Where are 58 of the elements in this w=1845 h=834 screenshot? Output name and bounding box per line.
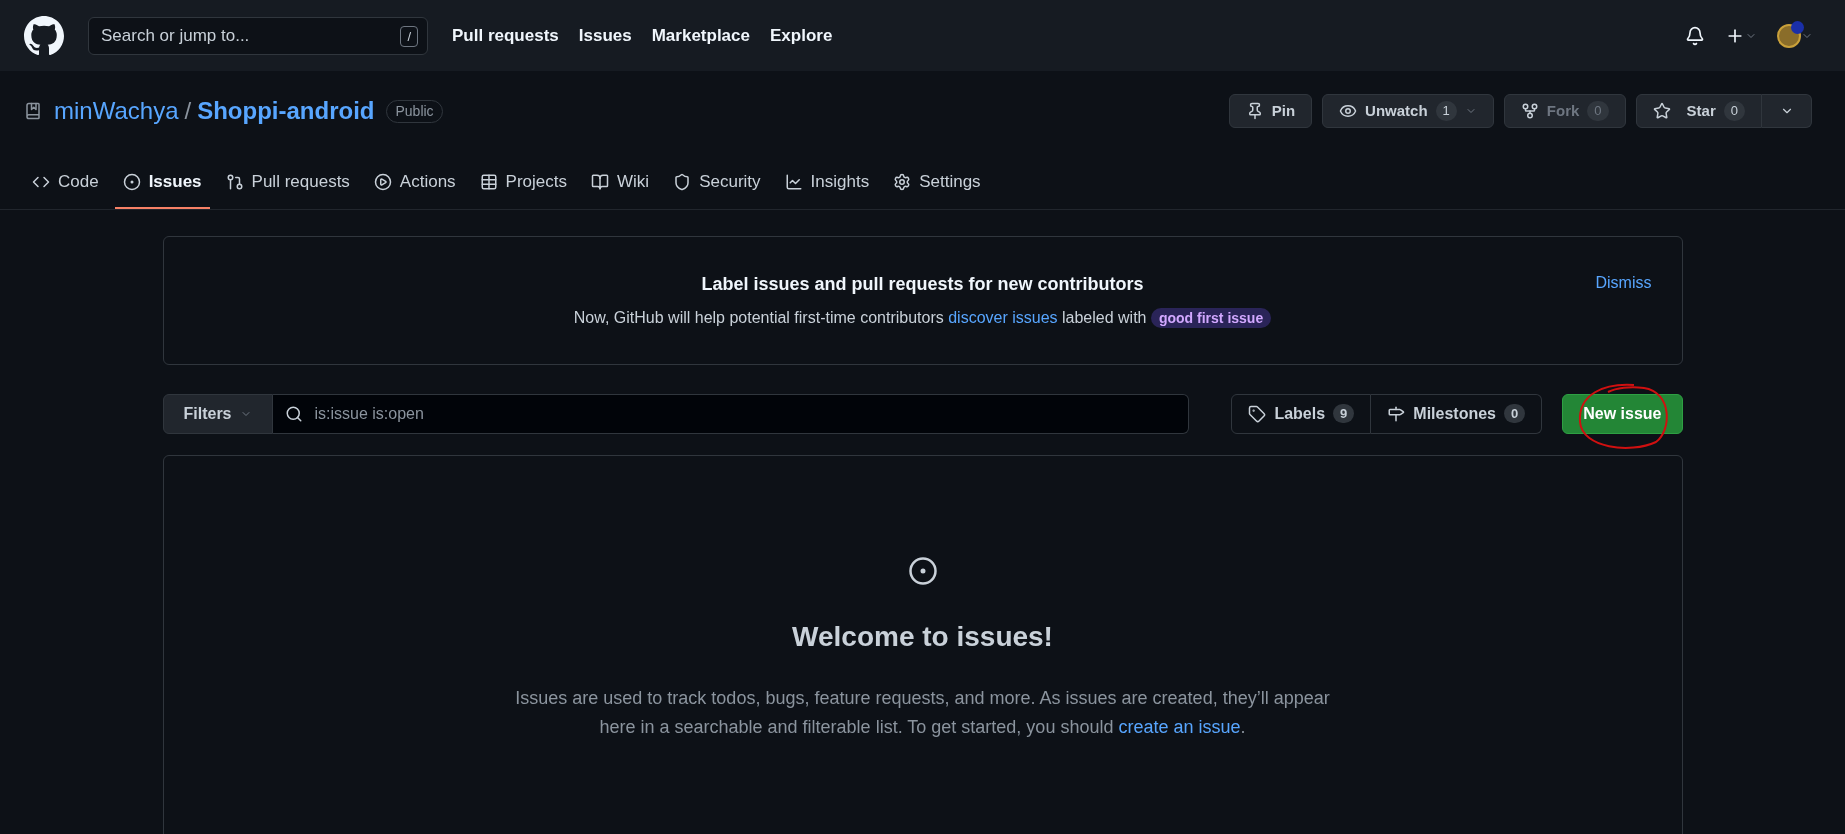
nav-link[interactable]: Pull requests	[452, 22, 559, 49]
repo-tab[interactable]: Settings	[885, 165, 989, 209]
milestones-button[interactable]: Milestones 0	[1371, 393, 1543, 434]
repo-tab[interactable]: Insights	[776, 165, 878, 209]
star-button[interactable]: Star 0	[1635, 94, 1762, 128]
labels-button[interactable]: Labels 9	[1231, 393, 1372, 434]
unwatch-button[interactable]: Unwatch 1	[1322, 94, 1494, 128]
counter: 0	[1504, 403, 1526, 424]
play-icon	[373, 172, 392, 191]
issue-icon	[122, 172, 141, 191]
banner-text: Now, GitHub will help potential first-time contributors discover issues labeled with good first issue	[573, 305, 1272, 330]
settings-icon	[893, 172, 912, 191]
repo-tab[interactable]: Issues	[114, 165, 210, 209]
issue-icon	[907, 555, 938, 586]
new-issue-button[interactable]: New issue	[1562, 393, 1683, 434]
create-issue-link[interactable]: create an issue	[1118, 716, 1241, 737]
nav-link[interactable]: Marketplace	[651, 22, 750, 49]
github-logo-icon[interactable]	[24, 15, 64, 56]
repo-tab[interactable]: Pull requests	[217, 165, 358, 209]
nav-link[interactable]: Issues	[578, 22, 632, 49]
repo-tab[interactable]: Security	[665, 165, 769, 209]
star-icon	[1652, 102, 1671, 120]
graph-icon	[784, 172, 803, 191]
owner-link[interactable]: minWachya	[54, 93, 179, 129]
filters-button[interactable]: Filters	[162, 393, 273, 434]
star-dropdown-button[interactable]	[1762, 94, 1812, 128]
banner-title: Label issues and pull requests for new contributors	[701, 272, 1144, 296]
counter: 0	[1723, 101, 1745, 121]
repo-tab[interactable]: Actions	[365, 165, 464, 209]
issue-search-field[interactable]: is:issue is:open	[272, 393, 1189, 434]
avatar-menu-button[interactable]	[1777, 23, 1813, 48]
empty-state-text: Issues are used to track todos, bugs, feature requests, and more. As issues are created, they’ll appear here in a searchable and filterable list. To get started, you should create an issue.	[514, 686, 1331, 739]
repo-tab[interactable]: Wiki	[583, 165, 658, 209]
dismiss-link[interactable]: Dismiss	[1595, 270, 1652, 295]
search-icon	[284, 404, 303, 423]
pull-request-icon	[225, 172, 244, 191]
counter: 1	[1435, 101, 1457, 121]
discover-issues-link[interactable]: discover issues	[948, 308, 1058, 326]
milestone-icon	[1387, 404, 1406, 423]
empty-state-title: Welcome to issues!	[792, 619, 1053, 654]
repo-tab[interactable]: Projects	[471, 165, 576, 209]
pin-button[interactable]: Pin	[1228, 94, 1313, 128]
nav-link[interactable]: Explore	[770, 22, 833, 49]
path-separator: /	[184, 96, 192, 126]
notification-bell-icon[interactable]	[1685, 25, 1705, 46]
tag-icon	[1248, 404, 1267, 423]
repo-name-link[interactable]: Shoppi-android	[197, 93, 375, 129]
shield-icon	[673, 172, 692, 191]
eye-icon	[1339, 102, 1358, 120]
table-icon	[479, 172, 498, 191]
repo-icon	[24, 102, 42, 120]
good-first-issue-label: good first issue	[1150, 307, 1272, 328]
counter: 0	[1587, 101, 1609, 121]
fork-icon	[1520, 102, 1539, 120]
counter: 9	[1333, 403, 1355, 424]
repo-tab[interactable]: Code	[24, 165, 107, 209]
shortcut-key: /	[400, 25, 418, 47]
book-icon	[591, 172, 610, 191]
